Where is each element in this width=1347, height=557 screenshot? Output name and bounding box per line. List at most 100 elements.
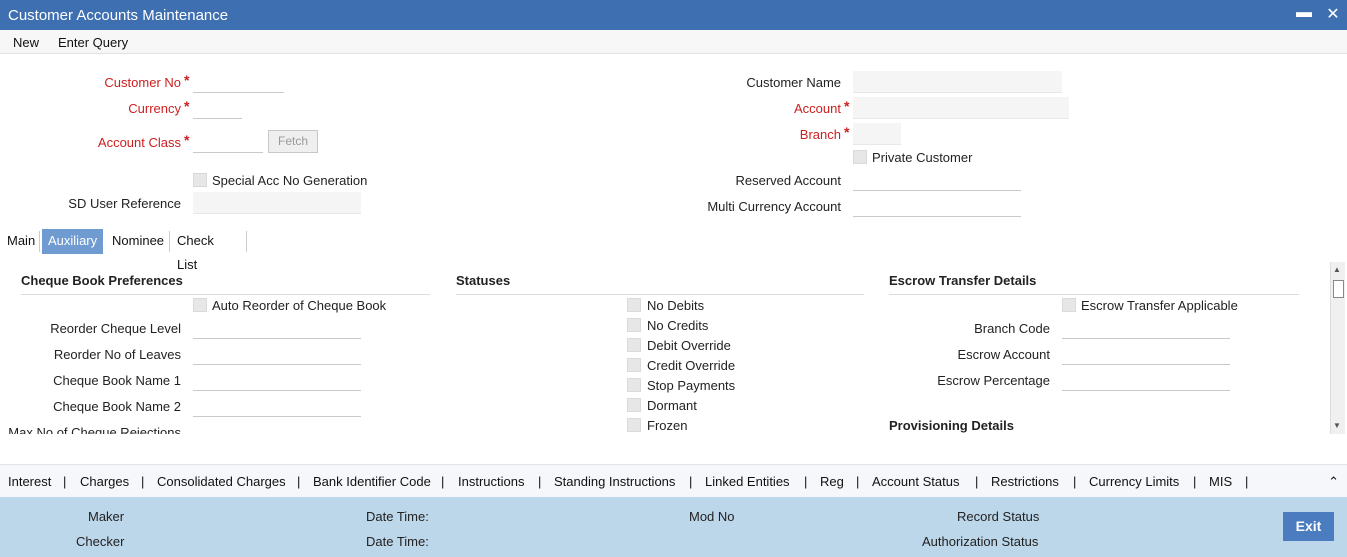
audit-footer: Maker Checker Date Time: Date Time: Mod … xyxy=(0,497,1347,557)
link-separator: | xyxy=(538,474,542,489)
required-marker: * xyxy=(844,124,850,140)
statuses-section: Statuses No Debits No Credits Debit Over… xyxy=(440,262,870,434)
tab-divider xyxy=(39,231,40,252)
link-separator: | xyxy=(63,474,67,489)
link-linked-entities[interactable]: Linked Entities xyxy=(705,474,790,489)
vertical-scrollbar[interactable]: ▲ ▼ xyxy=(1330,262,1345,434)
enter-query-button[interactable]: Enter Query xyxy=(58,35,128,50)
scroll-up-icon[interactable]: ▲ xyxy=(1333,265,1341,274)
escrow-account-input[interactable] xyxy=(1062,343,1230,365)
required-marker: * xyxy=(844,98,850,114)
required-marker: * xyxy=(184,132,190,148)
no-credits-checkbox[interactable] xyxy=(627,318,641,332)
private-customer-label: Private Customer xyxy=(872,150,973,165)
link-separator: | xyxy=(297,474,301,489)
escrow-applicable-label: Escrow Transfer Applicable xyxy=(1081,298,1238,313)
reorder-level-input[interactable] xyxy=(193,317,361,339)
escrow-percentage-input[interactable] xyxy=(1062,369,1230,391)
escrow-branch-code-input[interactable] xyxy=(1062,317,1230,339)
tab-auxiliary[interactable]: Auxiliary xyxy=(42,229,104,254)
dormant-label: Dormant xyxy=(647,398,697,413)
link-bank-identifier-code[interactable]: Bank Identifier Code xyxy=(313,474,431,489)
customer-name-input[interactable] xyxy=(853,71,1062,93)
checker-label: Checker xyxy=(76,534,125,549)
link-separator: | xyxy=(1073,474,1077,489)
link-consolidated-charges[interactable]: Consolidated Charges xyxy=(157,474,286,489)
credit-override-label: Credit Override xyxy=(647,358,736,373)
book-name2-input[interactable] xyxy=(193,395,361,417)
auto-reorder-checkbox[interactable] xyxy=(193,298,207,312)
link-separator: | xyxy=(804,474,808,489)
fetch-button[interactable]: Fetch xyxy=(268,130,318,153)
minimize-icon[interactable]: ▬ xyxy=(1294,4,1314,22)
chevron-up-icon[interactable]: ⌃ xyxy=(1328,474,1339,490)
escrow-branch-code-label: Branch Code xyxy=(974,321,1050,336)
debit-override-checkbox[interactable] xyxy=(627,338,641,352)
maker-label: Maker xyxy=(88,509,125,524)
frozen-label: Frozen xyxy=(647,418,688,433)
link-separator: | xyxy=(141,474,145,489)
currency-input[interactable] xyxy=(193,97,242,119)
book-name1-input[interactable] xyxy=(193,369,361,391)
no-credits-label: No Credits xyxy=(647,318,709,333)
max-rejections-label: Max No of Cheque Rejections xyxy=(8,425,181,434)
tab-divider xyxy=(246,231,247,252)
branch-label: Branch xyxy=(799,127,841,142)
private-customer-checkbox[interactable] xyxy=(853,150,867,164)
subsystem-links: Interest | Charges | Consolidated Charge… xyxy=(0,464,1347,497)
reorder-level-label: Reorder Cheque Level xyxy=(50,321,181,336)
tab-check-list[interactable]: Check List xyxy=(171,229,220,272)
special-acc-label: Special Acc No Generation xyxy=(212,173,368,188)
escrow-account-label: Escrow Account xyxy=(957,347,1051,362)
link-standing-instructions[interactable]: Standing Instructions xyxy=(554,474,675,489)
link-currency-limits[interactable]: Currency Limits xyxy=(1089,474,1179,489)
frozen-checkbox[interactable] xyxy=(627,418,641,432)
account-class-input[interactable] xyxy=(193,131,263,153)
multi-currency-account-input[interactable] xyxy=(853,195,1021,217)
no-debits-checkbox[interactable] xyxy=(627,298,641,312)
cheque-book-heading: Cheque Book Preferences xyxy=(21,273,430,295)
stop-payments-label: Stop Payments xyxy=(647,378,736,393)
close-icon[interactable]: ✕ xyxy=(1323,4,1343,24)
new-button[interactable]: New xyxy=(13,35,39,50)
window-title: Customer Accounts Maintenance xyxy=(8,7,229,24)
required-marker: * xyxy=(184,72,190,88)
required-marker: * xyxy=(184,98,190,114)
scroll-down-icon[interactable]: ▼ xyxy=(1333,421,1341,430)
link-instructions[interactable]: Instructions xyxy=(458,474,524,489)
link-interest[interactable]: Interest xyxy=(8,474,51,489)
link-separator: | xyxy=(975,474,979,489)
customer-name-label: Customer Name xyxy=(746,75,841,90)
scroll-thumb[interactable] xyxy=(1333,280,1344,298)
link-separator: | xyxy=(856,474,860,489)
statuses-heading: Statuses xyxy=(456,273,864,295)
branch-input[interactable] xyxy=(853,123,901,145)
customer-no-label: Customer No xyxy=(104,75,181,90)
link-account-status[interactable]: Account Status xyxy=(872,474,959,489)
record-status-label: Record Status xyxy=(957,509,1040,524)
link-separator: | xyxy=(1193,474,1197,489)
link-reg[interactable]: Reg xyxy=(820,474,844,489)
cheque-book-section: Cheque Book Preferences Auto Reorder of … xyxy=(0,262,440,434)
no-debits-label: No Debits xyxy=(647,298,705,313)
dormant-checkbox[interactable] xyxy=(627,398,641,412)
exit-button[interactable]: Exit xyxy=(1283,512,1334,541)
link-mis[interactable]: MIS xyxy=(1209,474,1232,489)
customer-no-input[interactable] xyxy=(193,71,284,93)
escrow-section: Escrow Transfer Details Escrow Transfer … xyxy=(870,262,1328,434)
escrow-applicable-checkbox[interactable] xyxy=(1062,298,1076,312)
link-separator: | xyxy=(689,474,693,489)
reserved-account-input[interactable] xyxy=(853,169,1021,191)
reorder-leaves-input[interactable] xyxy=(193,343,361,365)
tab-nominee[interactable]: Nominee xyxy=(106,229,170,254)
special-acc-checkbox[interactable] xyxy=(193,173,207,187)
tab-main[interactable]: Main xyxy=(1,229,41,254)
credit-override-checkbox[interactable] xyxy=(627,358,641,372)
link-charges[interactable]: Charges xyxy=(80,474,129,489)
stop-payments-checkbox[interactable] xyxy=(627,378,641,392)
escrow-heading: Escrow Transfer Details xyxy=(889,273,1299,295)
sd-user-ref-input[interactable] xyxy=(193,192,361,214)
link-separator: | xyxy=(441,474,445,489)
account-input[interactable] xyxy=(853,97,1069,119)
link-restrictions[interactable]: Restrictions xyxy=(991,474,1059,489)
